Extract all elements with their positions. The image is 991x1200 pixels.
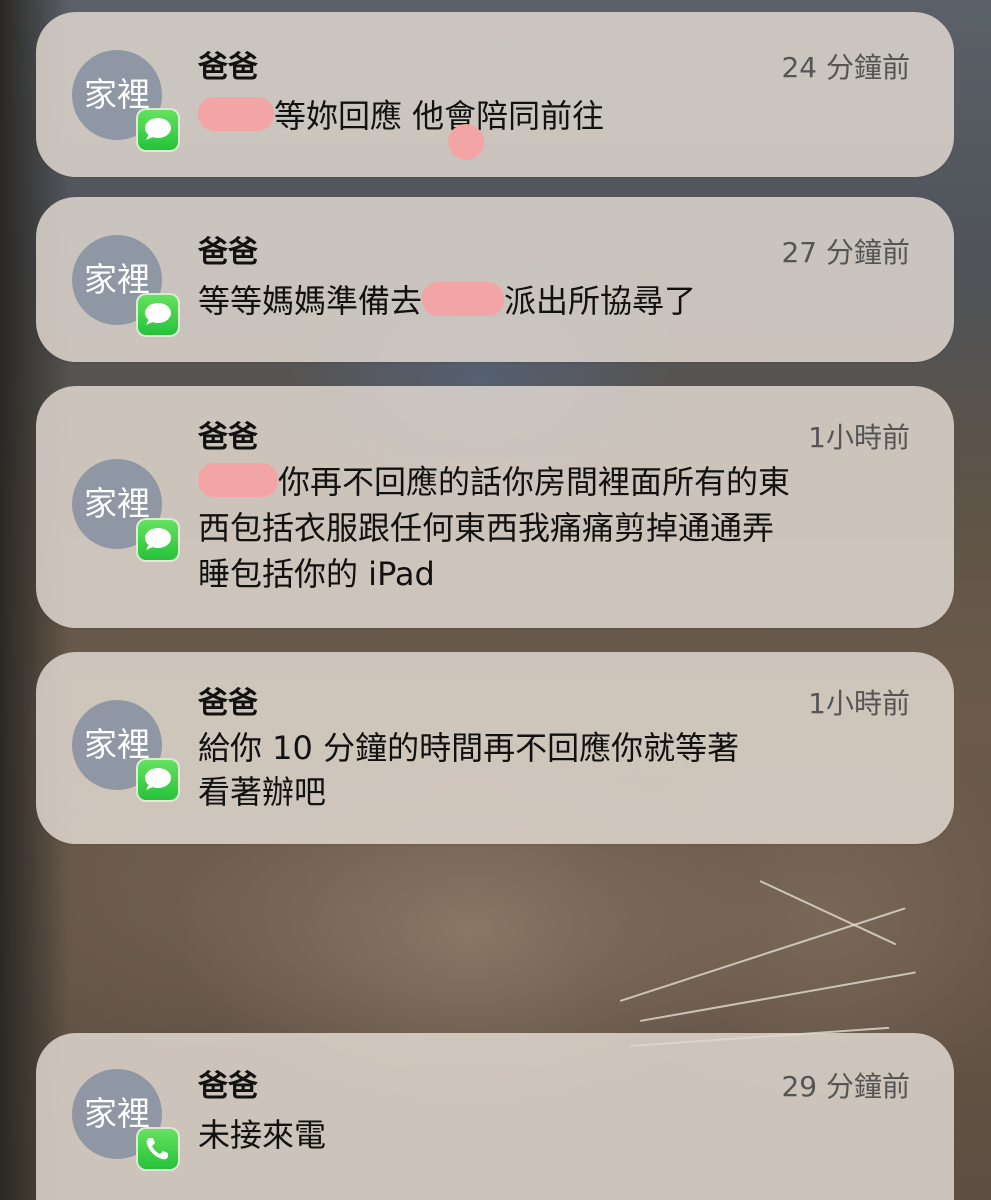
phone-icon [136, 1127, 180, 1171]
message-line: 你再不回應的話你房間裡面所有的東 [198, 460, 894, 504]
cat-whisker [619, 907, 906, 1002]
redaction-mark [198, 97, 274, 131]
timestamp: 29 分鐘前 [781, 1070, 910, 1103]
timestamp: 27 分鐘前 [781, 236, 910, 269]
redaction-mark [422, 282, 505, 316]
message-line: 等妳回應 他會陪同前往 [198, 94, 894, 138]
sender-name: 爸爸 [198, 235, 258, 270]
messages-icon [136, 108, 180, 152]
sender-name: 爸爸 [198, 420, 258, 455]
message-line: 給你 10 分鐘的時間再不回應你就等著 [198, 729, 740, 767]
message-text: 派出所協尋了 [504, 282, 697, 320]
message-line: 睡包括你的 iPad [198, 555, 435, 593]
message-line: 等等媽媽準備去 派出所協尋了 [198, 279, 894, 323]
timestamp: 1小時前 [808, 421, 910, 454]
cat-whisker [759, 880, 897, 946]
message-line: 西包括衣服跟任何東西我痛痛剪掉通通弄 [198, 509, 775, 547]
messages-icon [136, 518, 180, 562]
sender-name: 爸爸 [198, 1069, 258, 1104]
notification-card[interactable]: 家裡 爸爸 1小時前 給你 10 分鐘的時間再不回應你就等著 看著辦吧 [36, 652, 954, 844]
sender-name: 爸爸 [198, 50, 258, 85]
message-text: 你再不回應的話你房間裡面所有的東 [278, 463, 791, 501]
redaction-mark [198, 463, 278, 497]
timestamp: 24 分鐘前 [781, 51, 910, 84]
messages-icon [136, 293, 180, 337]
message-text: 等等媽媽準備去 [198, 282, 423, 320]
messages-icon [136, 758, 180, 802]
sender-name: 爸爸 [198, 686, 258, 721]
message-line: 看著辦吧 [198, 773, 327, 811]
notification-card[interactable]: 家裡 爸爸 1小時前 你再不回應的話你房間裡面所有的東 西包括衣服跟任何東西我痛… [36, 386, 954, 628]
notification-card[interactable]: 家裡 爸爸 24 分鐘前 等妳回應 他會陪同前往 [36, 12, 954, 177]
message-line: 未接來電 [198, 1116, 327, 1154]
redaction-mark [448, 124, 484, 160]
timestamp: 1小時前 [808, 687, 910, 720]
notification-card[interactable]: 家裡 爸爸 29 分鐘前 未接來電 [36, 1033, 954, 1200]
notification-card[interactable]: 家裡 爸爸 27 分鐘前 等等媽媽準備去 派出所協尋了 [36, 197, 954, 362]
message-text: 等妳回應 他會陪同前往 [274, 97, 605, 135]
